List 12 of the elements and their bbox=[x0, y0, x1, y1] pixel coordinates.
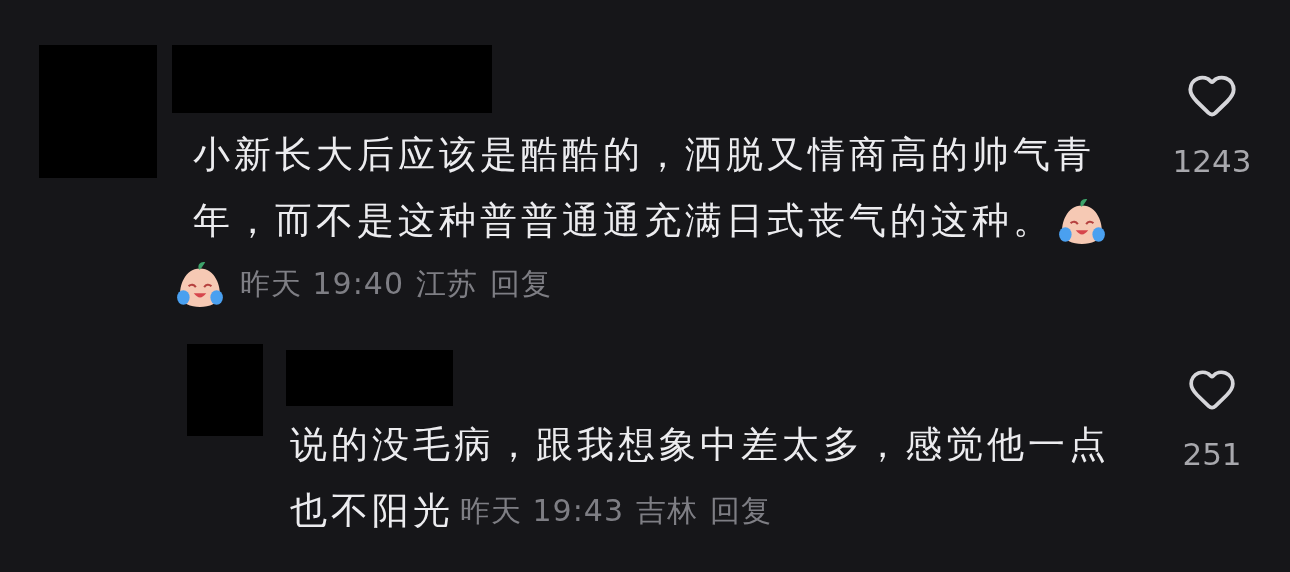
like-count: 1243 bbox=[1172, 142, 1252, 181]
comment-location: 吉林 bbox=[636, 492, 698, 530]
comment-text: 说的没毛病，跟我想象中差太多，感觉他一点 bbox=[290, 422, 1110, 468]
comment-time: 昨天 19:43 bbox=[460, 492, 624, 530]
comment-time: 昨天 19:40 bbox=[240, 265, 404, 303]
comment-location: 江苏 bbox=[416, 265, 478, 303]
comment-text: 年，而不是这种普普通通充满日式丧气的这种。 bbox=[193, 198, 1054, 244]
reply-link[interactable]: 回复 bbox=[710, 481, 772, 541]
comment-text: 也不阳光 bbox=[290, 488, 454, 534]
comment-text: 小新长大后应该是酷酷的，洒脱又情商高的帅气青 bbox=[193, 132, 1095, 178]
like-count: 251 bbox=[1182, 435, 1242, 474]
reply-link[interactable]: 回复 bbox=[490, 254, 552, 314]
